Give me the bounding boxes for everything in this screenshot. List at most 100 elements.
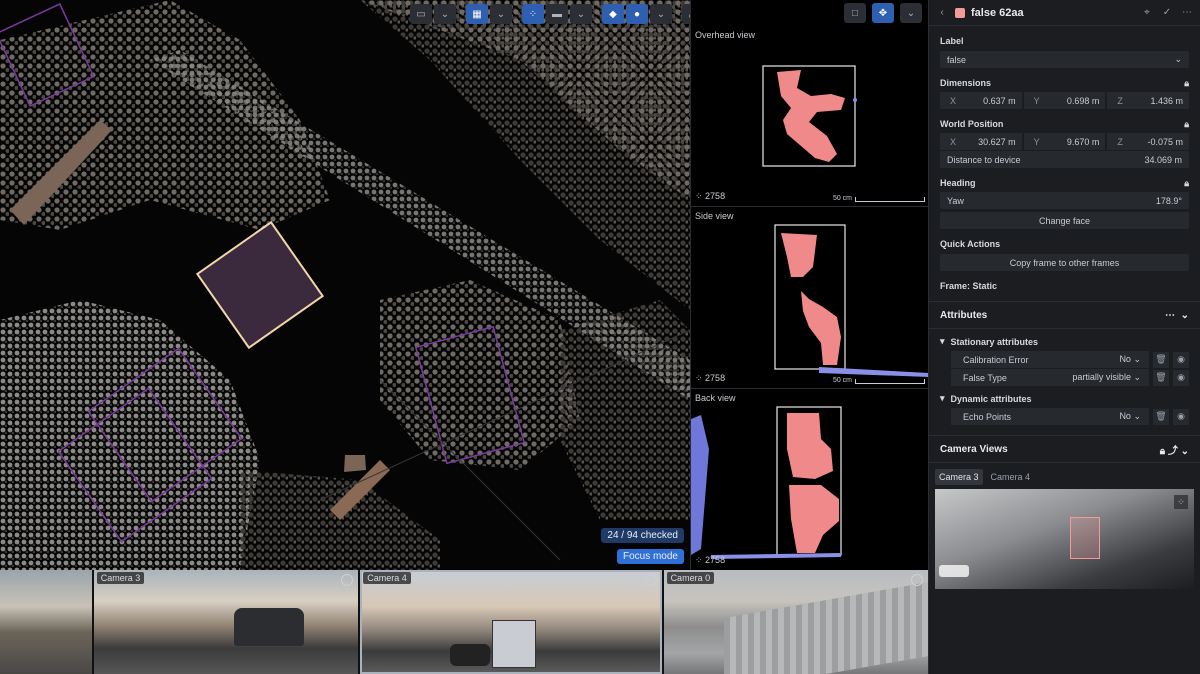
- chevron-down-icon: ⌄: [1174, 54, 1182, 64]
- distance-field: Distance to device 34.069 m: [940, 151, 1189, 168]
- orthographic-views: □ ✥ ⌄ Overhead view ⁘ 2758 50 cm Side vi…: [690, 0, 929, 570]
- lock-icon[interactable]: 🔒︎: [1184, 178, 1189, 189]
- camera-label: Camera 0: [666, 572, 715, 584]
- label-color-swatch: [955, 7, 965, 18]
- scale-bar: 50 cm: [833, 377, 925, 384]
- external-link-icon[interactable]: ⤴: [1168, 446, 1178, 457]
- chevron-down-icon[interactable]: ⌄: [1181, 446, 1189, 457]
- world-position-row: X 30.627 m Y 9.670 m Z -0.075 m: [940, 133, 1190, 150]
- quick-actions-heading: Quick Actions: [940, 239, 1001, 249]
- calibration-error-select[interactable]: Calibration Error No ⌄: [951, 351, 1149, 368]
- details-panel: ‹ false 62aa ⌖ ✓ ⋯ Label false ⌄ Dimensi…: [928, 0, 1200, 674]
- world-y-field[interactable]: Y 9.670 m: [1023, 133, 1106, 150]
- target-icon[interactable]: ⌖: [1140, 7, 1154, 18]
- pointcloud-scene: [0, 0, 690, 570]
- change-face-button[interactable]: Change face: [940, 212, 1189, 229]
- camera-strip: Camera 3 Camera 4 Camera 0: [0, 570, 928, 674]
- dimensions-row: X 0.637 m Y 0.698 m Z 1.436 m: [940, 92, 1190, 109]
- target-icon[interactable]: [644, 574, 657, 586]
- dynamic-attributes-group[interactable]: ▾ Dynamic attributes: [929, 390, 1200, 407]
- dimension-y-field[interactable]: Y 0.698 m: [1023, 92, 1106, 109]
- side-points: [774, 224, 929, 377]
- chevron-down-icon[interactable]: ⌄: [900, 3, 922, 23]
- dimensions-heading: Dimensions 🔒︎: [940, 78, 1189, 89]
- camera-preview[interactable]: ⁘: [935, 489, 1194, 589]
- point-count: ⁘ 2758: [695, 555, 726, 565]
- layers-icon[interactable]: ◆: [602, 4, 624, 24]
- object-title: false 62aa: [971, 6, 1024, 19]
- heading-heading: Heading 🔒︎: [940, 178, 1189, 189]
- chevron-left-icon[interactable]: ‹: [935, 7, 949, 18]
- copy-frame-button[interactable]: Copy frame to other frames: [940, 254, 1189, 271]
- headlight-shape: [939, 565, 969, 577]
- layout-grid-icon[interactable]: ▦: [466, 4, 488, 24]
- more-icon[interactable]: ⋯: [1180, 7, 1194, 18]
- camera-label: Camera 3: [96, 572, 145, 584]
- back-points: [691, 406, 842, 559]
- frame-icon[interactable]: □: [844, 3, 866, 23]
- panel-header: ‹ false 62aa ⌖ ✓ ⋯: [929, 0, 1200, 26]
- trash-icon[interactable]: 🗑︎: [1153, 351, 1169, 368]
- label-heading: Label: [940, 36, 964, 46]
- target-icon[interactable]: [341, 574, 354, 586]
- echo-points-select[interactable]: Echo Points No ⌄: [951, 408, 1149, 425]
- checked-count-badge: 24 / 94 checked: [601, 528, 684, 543]
- camera-label: Camera 4: [363, 572, 411, 584]
- camera-mode-icon[interactable]: ▭: [410, 4, 432, 24]
- trash-icon[interactable]: 🗑︎: [1153, 408, 1169, 425]
- dimension-x-field[interactable]: X 0.637 m: [940, 92, 1022, 109]
- camera-thumbnail[interactable]: [0, 570, 92, 674]
- attribute-row: False Type partially visible ⌄ 🗑︎ ◉: [951, 369, 1189, 386]
- attributes-header[interactable]: Attributes ⋯ ⌄: [929, 302, 1200, 328]
- tab-camera-3[interactable]: Camera 3: [935, 469, 983, 485]
- more-icon[interactable]: ⋯: [1165, 310, 1175, 321]
- target-icon[interactable]: [910, 574, 923, 586]
- check-icon[interactable]: ✓: [1160, 7, 1174, 18]
- overhead-points: [762, 65, 857, 167]
- label-icon[interactable]: ▬: [546, 4, 568, 24]
- palette-icon[interactable]: ◉: [1173, 369, 1189, 386]
- label-value: false: [947, 54, 967, 65]
- tab-camera-4[interactable]: Camera 4: [987, 469, 1035, 485]
- camera-thumbnail-active[interactable]: Camera 4: [360, 570, 662, 674]
- lock-icon[interactable]: 🔒︎: [1184, 119, 1189, 130]
- points-icon[interactable]: ⁘: [522, 4, 544, 24]
- camera-views-header[interactable]: Camera Views 🔒︎ ⤴ ⌄: [929, 436, 1200, 462]
- palette-icon[interactable]: ◉: [1173, 351, 1189, 368]
- overhead-view[interactable]: Overhead view ⁘ 2758 50 cm: [691, 26, 929, 207]
- fullscreen-icon[interactable]: ⤢: [682, 4, 690, 24]
- projected-box: [1070, 517, 1100, 559]
- back-view[interactable]: Back view ⁘ 2758: [691, 389, 929, 570]
- chevron-down-icon[interactable]: ⌄: [650, 4, 672, 24]
- side-view[interactable]: Side view ⁘ 2758 50 cm: [691, 207, 929, 389]
- label-select[interactable]: false ⌄: [940, 51, 1189, 68]
- focus-mode-button[interactable]: Focus mode: [616, 549, 684, 564]
- chevron-down-icon[interactable]: ⌄: [570, 4, 592, 24]
- chevron-down-icon[interactable]: ⌄: [490, 4, 512, 24]
- false-type-select[interactable]: False Type partially visible ⌄: [951, 369, 1149, 386]
- ortho-toolbar: □ ✥ ⌄: [691, 0, 928, 26]
- palette-icon[interactable]: ◉: [1173, 408, 1189, 425]
- chevron-down-icon[interactable]: ⌄: [434, 4, 456, 24]
- attribute-row: Calibration Error No ⌄ 🗑︎ ◉: [951, 351, 1189, 368]
- stationary-attributes-group[interactable]: ▾ Stationary attributes: [929, 333, 1200, 350]
- scale-bar: 50 cm: [833, 195, 925, 202]
- lock-icon[interactable]: 🔒︎: [1184, 78, 1189, 89]
- move-icon[interactable]: ✥: [872, 3, 894, 23]
- world-z-field[interactable]: Z -0.075 m: [1107, 133, 1190, 150]
- points-icon[interactable]: ⁘: [1174, 495, 1188, 509]
- camera-thumbnail[interactable]: Camera 3: [93, 570, 359, 674]
- world-position-heading: World Position 🔒︎: [940, 119, 1189, 130]
- pointcloud-viewport[interactable]: ▭ ⌄ ▦ ⌄ ⁘ ▬ ⌄ ◆ ● ⌄ ⤢ 24 / 94 checked Fo…: [0, 0, 690, 570]
- trash-icon[interactable]: 🗑︎: [1153, 369, 1169, 386]
- chevron-down-icon[interactable]: ⌄: [1181, 310, 1189, 321]
- world-x-field[interactable]: X 30.627 m: [940, 133, 1022, 150]
- point-count: ⁘ 2758: [695, 191, 726, 201]
- circle-icon[interactable]: ●: [626, 4, 648, 24]
- lock-icon[interactable]: 🔒︎: [1160, 446, 1165, 457]
- caret-down-icon: ▾: [940, 393, 945, 403]
- camera-thumbnail[interactable]: Camera 0: [663, 570, 928, 674]
- yaw-field[interactable]: Yaw 178.9°: [940, 192, 1189, 209]
- frame-static-label: Frame: Static: [940, 281, 998, 291]
- dimension-z-field[interactable]: Z 1.436 m: [1107, 92, 1190, 109]
